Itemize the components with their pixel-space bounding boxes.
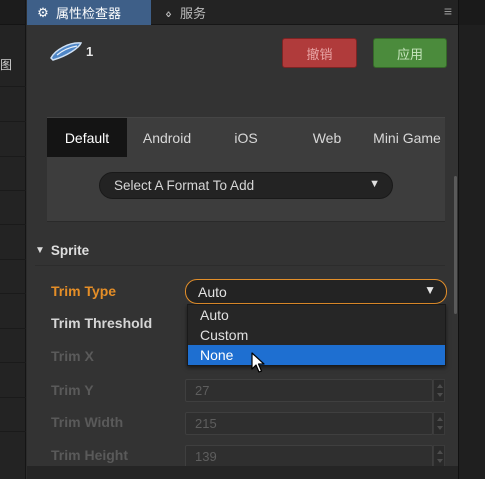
tab-mini-game[interactable]: Mini Game: [367, 118, 447, 158]
row-divider: [0, 362, 26, 363]
row-divider: [0, 121, 26, 122]
apply-button[interactable]: 应用: [373, 38, 447, 68]
row-divider: [0, 86, 26, 87]
left-panel-label: 图: [0, 58, 13, 72]
row-divider: [0, 397, 26, 398]
trim-y-field[interactable]: 27: [185, 379, 433, 402]
trim-x-label: Trim X: [51, 348, 94, 364]
trim-height-stepper[interactable]: [433, 445, 445, 468]
triangle-down-icon: ▼: [35, 245, 45, 256]
trim-type-select[interactable]: Auto ▼: [185, 279, 447, 304]
dropdown-option-custom[interactable]: Custom: [188, 325, 445, 345]
right-edge-panel: [458, 0, 485, 479]
trim-y-label: Trim Y: [51, 382, 94, 398]
trim-type-label: Trim Type: [51, 283, 117, 299]
tab-ios[interactable]: iOS: [210, 118, 282, 158]
triangle-down-icon: ▼: [424, 283, 436, 297]
dropdown-option-auto[interactable]: Auto: [188, 305, 445, 325]
trim-height-label: Trim Height: [51, 447, 129, 463]
row-divider: [0, 293, 26, 294]
format-select-label: Select A Format To Add: [114, 178, 255, 193]
inspector-panel: ⚙ 属性检查器 ‹› 服务 ≡ 1 撤销 应用 Default Android …: [27, 0, 458, 479]
revert-button[interactable]: 撤销: [282, 38, 357, 68]
tab-android[interactable]: Android: [129, 118, 205, 158]
tab-services[interactable]: ‹› 服务: [159, 0, 206, 25]
sprite-section-title: Sprite: [50, 243, 90, 258]
trim-threshold-label: Trim Threshold: [51, 315, 153, 331]
panel-tab-bar: ⚙ 属性检查器 ‹› 服务 ≡: [27, 0, 458, 25]
trim-type-value: Auto: [198, 283, 227, 300]
hamburger-icon[interactable]: ≡: [444, 3, 452, 19]
trim-width-field[interactable]: 215: [185, 412, 433, 435]
tab-inspector[interactable]: ⚙ 属性检查器: [27, 0, 151, 25]
node-name[interactable]: 1: [86, 44, 93, 59]
code-brackets-icon: ‹›: [165, 4, 171, 21]
sprite-node-icon: [50, 42, 83, 61]
left-panel-header: [0, 0, 25, 25]
tab-services-label: 服务: [180, 6, 207, 21]
triangle-down-icon: ▼: [369, 178, 380, 190]
row-divider: [0, 190, 26, 191]
mouse-cursor-icon: [251, 352, 265, 373]
left-panel: 图: [0, 0, 26, 479]
dropdown-option-none[interactable]: None: [188, 345, 445, 365]
trim-height-field[interactable]: 139: [185, 445, 433, 468]
tab-default[interactable]: Default: [47, 118, 127, 158]
trim-type-dropdown: Auto Custom None: [187, 304, 446, 366]
platform-tab-bar: Default Android iOS Web Mini Game: [47, 117, 447, 158]
scrollbar-thumb[interactable]: [454, 176, 457, 314]
format-select[interactable]: Select A Format To Add ▼: [99, 172, 393, 199]
row-divider: [0, 259, 26, 260]
right-edge-header: [459, 0, 485, 25]
gear-icon: ⚙: [37, 4, 49, 20]
row-divider: [0, 224, 26, 225]
sprite-section-header[interactable]: ▼ Sprite: [35, 236, 445, 266]
row-divider: [0, 328, 26, 329]
trim-width-stepper[interactable]: [433, 412, 445, 435]
row-divider: [0, 431, 26, 432]
tab-inspector-label: 属性检查器: [56, 6, 122, 21]
trim-width-label: Trim Width: [51, 414, 124, 430]
row-divider: [0, 156, 26, 157]
tab-web[interactable]: Web: [290, 118, 364, 158]
platform-tab-content: Select A Format To Add ▼: [47, 157, 445, 222]
panel-footer: [27, 466, 458, 479]
trim-y-stepper[interactable]: [433, 379, 445, 402]
